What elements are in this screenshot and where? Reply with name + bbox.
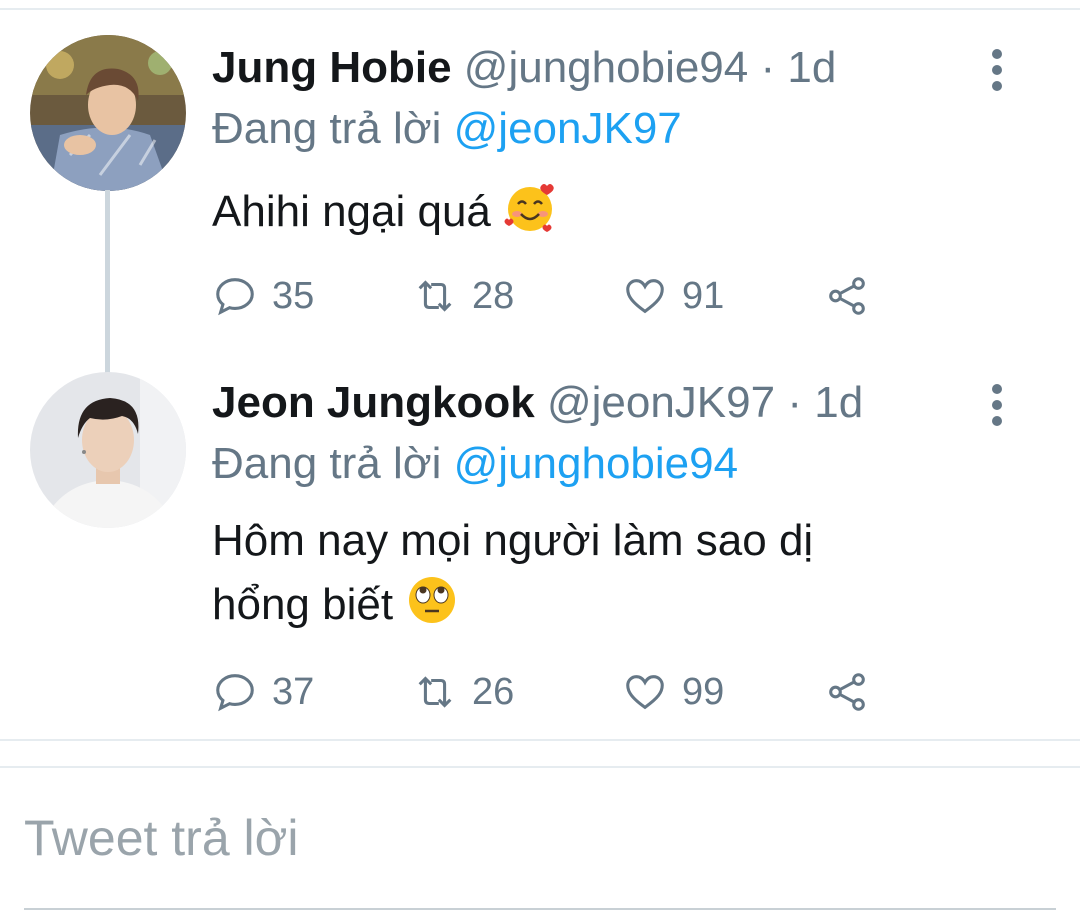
like-button[interactable]: 91 (622, 266, 724, 326)
reply-button[interactable]: 35 (212, 266, 314, 326)
tweet-header: Jung Hobie @junghobie94 · 1d (212, 40, 836, 96)
share-icon (829, 277, 865, 315)
user-handle[interactable]: @jeonJK97 (547, 378, 775, 427)
more-options-button[interactable] (982, 45, 1012, 95)
avatar-image (30, 372, 186, 528)
replying-to: Đang trả lời @junghobie94 (212, 436, 738, 492)
mention-link[interactable]: @jeonJK97 (454, 104, 682, 153)
reply-button[interactable]: 37 (212, 662, 314, 722)
reply-icon (216, 674, 254, 712)
tweet-header: Jeon Jungkook @jeonJK97 · 1d (212, 375, 863, 431)
more-dot-icon (992, 416, 1002, 426)
reply-count: 35 (272, 274, 315, 317)
replying-to-label: Đang trả lời (212, 439, 442, 488)
avatar-jeonjk[interactable] (30, 372, 186, 528)
more-dot-icon (992, 384, 1002, 394)
smiling-face-with-hearts-icon (504, 184, 554, 232)
tweet-actions: 37 26 99 (212, 662, 912, 722)
like-count: 91 (682, 274, 725, 317)
section-divider (0, 739, 1080, 741)
reply-input[interactable] (24, 803, 1056, 873)
display-name[interactable]: Jeon Jungkook (212, 378, 535, 427)
more-dot-icon (992, 81, 1002, 91)
tweet-text-line-2: hổng biết (212, 580, 394, 629)
tweet-text: Ahihi ngại quá (212, 180, 972, 238)
separator: · (787, 378, 802, 427)
tweet-text: Hôm nay mọi người làm sao dị hổng biết (212, 515, 972, 631)
avatar-junghobie[interactable] (30, 35, 186, 191)
retweet-count: 28 (472, 274, 515, 317)
tweet-text-line-2-wrap: hổng biết (212, 573, 972, 631)
timestamp[interactable]: 1d (814, 378, 863, 427)
mention-link[interactable]: @junghobie94 (454, 439, 738, 488)
replying-to-label: Đang trả lời (212, 104, 442, 153)
like-count: 99 (682, 670, 725, 713)
separator: · (760, 43, 776, 92)
retweet-button[interactable]: 28 (412, 266, 514, 326)
reply-count: 37 (272, 670, 315, 713)
share-button[interactable] (824, 266, 870, 326)
share-icon (829, 673, 865, 711)
reply-icon (216, 278, 254, 316)
tweet-2[interactable]: Jeon Jungkook @jeonJK97 · 1d Đang trả lờ… (0, 350, 1080, 740)
avatar-image (30, 35, 186, 191)
tweet-actions: 35 28 91 (212, 266, 912, 326)
retweet-button[interactable]: 26 (412, 662, 514, 722)
replying-to: Đang trả lời @jeonJK97 (212, 101, 682, 157)
more-dot-icon (992, 49, 1002, 59)
more-options-button[interactable] (982, 380, 1012, 430)
user-handle[interactable]: @junghobie94 (464, 43, 748, 92)
tweet-text-line-1: Hôm nay mọi người làm sao dị (212, 516, 814, 565)
display-name[interactable]: Jung Hobie (212, 43, 452, 92)
heart-icon (626, 279, 664, 314)
more-dot-icon (992, 400, 1002, 410)
reply-input-underline (24, 908, 1056, 910)
timestamp[interactable]: 1d (787, 43, 836, 92)
like-button[interactable]: 99 (622, 662, 724, 722)
face-with-rolling-eyes-icon (409, 577, 456, 623)
section-divider (0, 766, 1080, 768)
heart-icon (626, 675, 664, 710)
retweet-count: 26 (472, 670, 515, 713)
tweet-1[interactable]: Jung Hobie @junghobie94 · 1d Đang trả lờ… (0, 10, 1080, 380)
more-dot-icon (992, 65, 1002, 75)
retweet-icon (418, 676, 452, 708)
tweet-text-content: Ahihi ngại quá (212, 187, 491, 236)
retweet-icon (418, 280, 452, 312)
share-button[interactable] (824, 662, 870, 722)
